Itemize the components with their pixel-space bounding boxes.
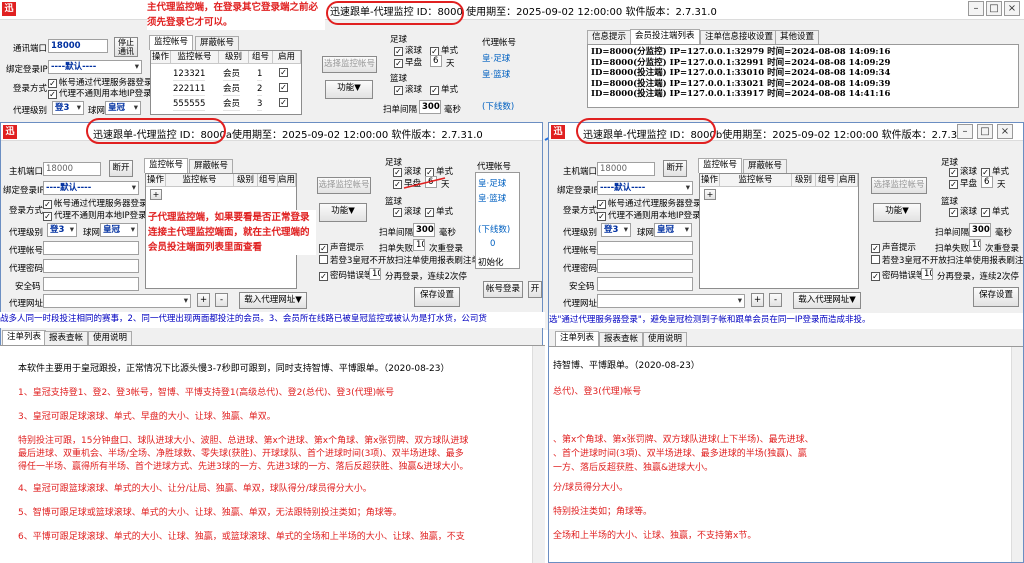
sub-b-days-input[interactable]: 6	[981, 176, 993, 188]
help-panel: 本软件主要用于皇冠跟投，正常情况下比源头慢3-7秒即可跟到，同时支持智博、平博跟…	[0, 345, 545, 563]
grid-header-group: 组号	[816, 174, 838, 187]
help-line: 最后进球、双重机会、半场/全场、净胜球数、零失球(获胜)、开球球队、首个进球时间…	[18, 449, 464, 459]
sub-b-pwd-err-input[interactable]: 10	[921, 268, 933, 280]
close-button[interactable]: ×	[997, 124, 1013, 139]
sub-b-agent-level-label: 代理级别	[563, 228, 598, 238]
single-label: 单式	[992, 167, 1010, 177]
sub-b-scan-fail-label: 扫单失败	[935, 244, 970, 254]
help-scrollbar[interactable]	[532, 346, 545, 563]
arrow-connector	[403, 177, 446, 189]
help-line: 持智博、平博跟单。（2020-08-23）	[553, 361, 700, 371]
sub-b-tab-monitor[interactable]: 监控帐号	[698, 158, 743, 173]
sub-b-agent-url-label: 代理网址	[563, 299, 598, 309]
maximize-button[interactable]: □	[977, 124, 993, 139]
sub-b-add-row-button[interactable]: +	[704, 189, 716, 200]
help-line: 总代)、登3(代理)帐号	[553, 387, 642, 397]
help-line: 本软件主要用于皇冠跟投，正常情况下比源头慢3-7秒即可跟到，同时支持智博、平博跟…	[18, 364, 450, 374]
sub-b-scan-fail-suffix: 次重登录	[985, 244, 1020, 254]
sub-b-security-code-label: 安全码	[569, 282, 595, 292]
app-logo-icon: 迅	[551, 125, 565, 139]
sub-b-basketball-rolling[interactable]: ✓ 滚球	[949, 205, 977, 217]
sub-b-ball-net-label: 球网	[637, 228, 655, 238]
sub-b-add-url-button[interactable]: +	[751, 293, 764, 307]
help-line: 、首个进球时间(3項)、双半场进球、最多进球的半场(独赢)、赢	[553, 449, 807, 459]
sub-b-agent-level-select[interactable]: 登3	[601, 223, 631, 237]
sub-b-sound-checkbox[interactable]: ✓ 声音提示	[871, 241, 916, 253]
sub-b-bottom-tab-help[interactable]: 使用说明	[643, 332, 688, 346]
sub-b-info-bar: 选"通过代理服务器登录"，避免皇冠检测到子帐和跟单会员在同一IP登录而造成非投。	[549, 313, 1023, 329]
sub-b-bind-label: 绑定登录IP	[557, 186, 599, 196]
sub-b-scan-fail-input[interactable]: 10	[969, 239, 981, 251]
help-line: 全场和上半场的大小、让球、独赢，不支持第x节。	[553, 531, 757, 541]
help-line: 、第x个角球、第x张罚牌、双方球队进球(上下半场)、最先进球、	[553, 435, 814, 445]
sub-b-bind-select[interactable]: ----默认----	[597, 181, 693, 195]
sub-b-scan-interval-input[interactable]: 3000	[969, 223, 991, 237]
help-line: 分/球员得分大小。	[553, 483, 629, 493]
sub-b-agent-account-input[interactable]	[597, 241, 693, 255]
sub-b-scan-interval-label: 扫单间隔	[935, 228, 970, 238]
bottom-tab-help[interactable]: 使用说明	[88, 331, 133, 345]
help-line: 特别投注类如；角球等。	[553, 507, 653, 517]
sub-b-login-mode-label: 登录方式	[563, 206, 598, 216]
help-line: 6、平博可跟足球滚球、单式的大小、让球、独赢，或篮球滚球、单式的全场和上半场的大…	[18, 532, 465, 542]
sub-b-ball-net-select[interactable]: 皇冠	[654, 223, 692, 237]
sub-b-pwd-err-suffix: 分再登录，连续2次停	[937, 272, 1019, 282]
rolling-label: 滚球	[960, 207, 978, 217]
mode-local-label: 代理不通则用本地IP登录	[608, 211, 701, 221]
early-label: 早盘	[960, 179, 978, 189]
sub-b-basketball-single[interactable]: ✓ 单式	[981, 205, 1009, 217]
sub-b-save-button[interactable]: 保存设置	[973, 287, 1019, 307]
sub-b-agent-url-select[interactable]	[597, 294, 745, 308]
sub-b-select-account-button[interactable]: 选择监控帐号	[871, 177, 927, 194]
sub-b-bottom-tab-orders[interactable]: 注单列表	[555, 331, 600, 346]
sub-b-mode-proxy[interactable]: ✓ 帐号通过代理服务器登录	[597, 197, 702, 209]
help-line: 得任一半场、赢得所有半场、首个进球方式、先进3球的一方、先进3球的一方、落后反超…	[18, 462, 469, 472]
sub-b-disconnect-button[interactable]: 断开	[663, 160, 687, 177]
grid-header-level: 级别	[792, 174, 816, 187]
sub-b-football-early[interactable]: ✓ 早盘	[949, 177, 977, 189]
sub-b-days-label: 天	[997, 180, 1006, 190]
help-line: 特别投注可跟，15分钟盘口、球队进球大小、波胆、总进球、第x个进球、第x个角球、…	[18, 436, 469, 446]
sub-b-account-grid: 操作 监控帐号 级别 组号 启用 +	[699, 173, 859, 289]
sub-b-host-port-label: 主机端口	[563, 167, 598, 177]
minimize-button[interactable]: –	[957, 124, 973, 139]
sub-b-remove-url-button[interactable]: -	[769, 293, 782, 307]
auto-relogin-label: 若登3皇冠不开放扫注单使用报表刷注单	[882, 256, 1024, 266]
pwd-err-label: 密码错误等	[882, 271, 925, 281]
grid-header-account: 监控帐号	[720, 174, 792, 187]
rolling-label: 滚球	[960, 167, 978, 177]
sub-b-agent-password-label: 代理密码	[563, 264, 598, 274]
sub-b-bottom-tab-report[interactable]: 报表查帐	[599, 332, 644, 346]
sub-b-security-code-input[interactable]	[597, 277, 693, 291]
sub-b-agent-account-label: 代理帐号	[563, 246, 598, 256]
mode-proxy-label: 帐号通过代理服务器登录	[608, 199, 702, 209]
sub-b-tab-blocked[interactable]: 屏蔽帐号	[743, 159, 788, 173]
grid-header-action: 操作	[700, 174, 720, 187]
bottom-tab-report[interactable]: 报表查帐	[44, 331, 89, 345]
help-line: 5、智博可跟足球或篮球滚球、单式的大小、让球、独赢、单双，无法跟特别投注类如；角…	[18, 508, 402, 518]
sound-label: 声音提示	[882, 243, 917, 253]
sub-b-help-panel: 持智博、平博跟单。（2020-08-23） 总代)、登3(代理)帐号 、第x个角…	[549, 346, 1023, 562]
sub-b-load-url-button[interactable]: 载入代理网址▼	[793, 292, 861, 309]
help-line: 1、皇冠支持登1、登2、登3帐号，智博、平博支持登1(高级总代)、登2(总代)、…	[18, 388, 395, 398]
sub-b-agent-password-input[interactable]	[597, 259, 693, 273]
sub-window-b: 迅 迅速跟单-代理监控 ID：8000b使用期至：2025-09-02 12:0…	[548, 122, 1024, 563]
highlight-sub-b-id	[576, 118, 716, 144]
help-line: 4、皇冠可跟篮球滚球、单式的大小、让分/让局、独赢、单双，球队得分/球员得分大小…	[18, 484, 372, 494]
sub-b-mode-local[interactable]: ✓ 代理不通则用本地IP登录	[597, 209, 701, 221]
sub-b-title-suffix: 使用期至：2025-09-02 12:00:00 软件版本：2.7.31.0	[722, 130, 973, 141]
sub-b-auto-relogin-checkbox[interactable]: 若登3皇冠不开放扫注单使用报表刷注单	[871, 254, 1024, 266]
sub-b-function-button[interactable]: 功能▼	[873, 203, 921, 222]
bottom-tab-orders[interactable]: 注单列表	[2, 330, 47, 345]
info-bar: 战多人同一时段投注相同的赛事，2、同一代理出现两面都投注的会员。3、会员所在线路…	[0, 312, 545, 328]
help-line: 3、皇冠可跟足球滚球、单式、早盘的大小、让球、独赢、单双。	[18, 412, 276, 422]
sub-b-football-rolling[interactable]: ✓ 滚球	[949, 165, 977, 177]
grid-header-enabled: 启用	[838, 174, 858, 187]
sub-b-host-port-input[interactable]: 18000	[597, 162, 655, 176]
sub-b-scrollbar[interactable]	[1011, 347, 1023, 562]
help-line: 一方、落后反超获胜、独赢&进球大小。	[553, 463, 714, 473]
sub-b-pwd-err-checkbox[interactable]: ✓ 密码错误等	[871, 269, 925, 281]
sub-b-ms-label: 毫秒	[995, 228, 1013, 238]
single-label: 单式	[992, 207, 1010, 217]
